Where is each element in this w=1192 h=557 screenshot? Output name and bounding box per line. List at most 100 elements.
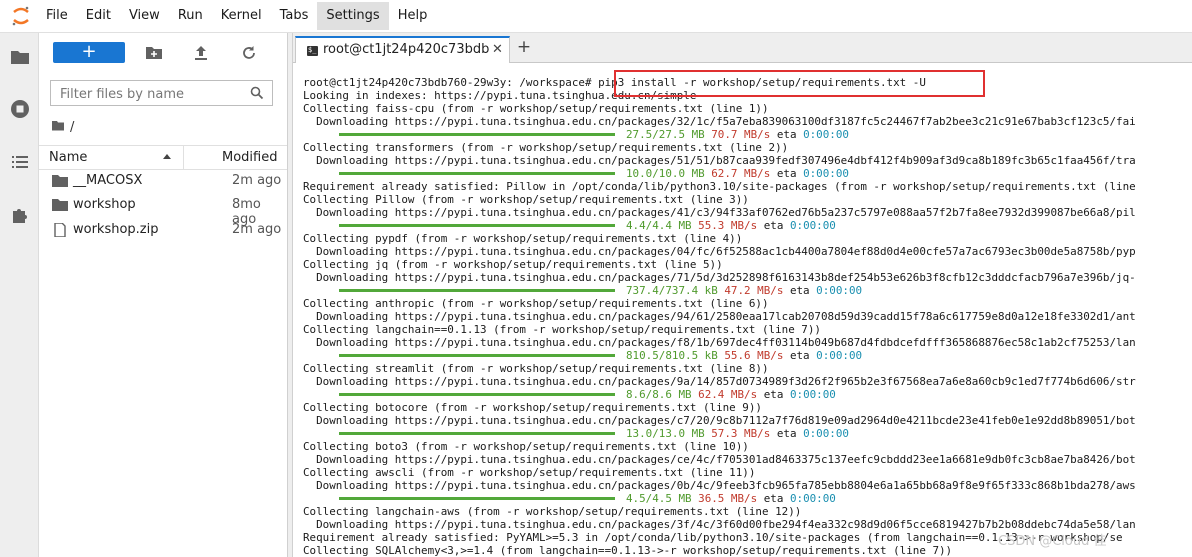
refresh-icon[interactable] — [240, 44, 258, 62]
terminal-line: Downloading https://pypi.tuna.tsinghua.e… — [303, 115, 1136, 128]
breadcrumb-root[interactable]: / — [70, 120, 74, 135]
progress-eta-label: eta — [789, 349, 810, 362]
file-name: __MACOSX — [73, 173, 143, 188]
new-launcher-button[interactable]: + — [53, 42, 125, 63]
file-name: workshop — [73, 197, 136, 212]
folder-icon[interactable] — [52, 120, 64, 135]
menu-view[interactable]: View — [120, 2, 169, 30]
menu-bar: File Edit View Run Kernel Tabs Settings … — [0, 0, 1192, 33]
terminal-line: Collecting botocore (from -r workshop/se… — [303, 401, 762, 414]
progress-eta: 0:00:00 — [816, 284, 863, 297]
terminal-line: Downloading https://pypi.tuna.tsinghua.e… — [303, 206, 1136, 219]
progress-bar — [339, 393, 615, 396]
running-kernels-icon[interactable] — [10, 99, 30, 119]
progress-eta-label: eta — [763, 219, 784, 232]
progress-eta-label: eta — [776, 427, 797, 440]
menu-kernel[interactable]: Kernel — [212, 2, 271, 30]
progress-speed: 47.2 MB/s — [724, 284, 784, 297]
folder-icon — [52, 198, 68, 212]
terminal-line: Collecting langchain==0.1.13 (from -r wo… — [303, 323, 821, 336]
progress-eta: 0:00:00 — [789, 219, 836, 232]
terminal-line: Collecting awscli (from -r workshop/setu… — [303, 466, 756, 479]
terminal-line: Collecting langchain-aws (from -r worksh… — [303, 505, 802, 518]
filter-input[interactable] — [58, 82, 252, 106]
file-row[interactable]: workshop 8mo ago — [39, 194, 287, 227]
file-modified: 2m ago — [232, 222, 282, 237]
column-name[interactable]: Name — [49, 150, 87, 165]
progress-info: 13.0/13.0 MB 57.3 MB/s eta 0:00:00 — [626, 427, 849, 440]
progress-size: 4.5/4.5 MB — [626, 492, 692, 505]
progress-size: 810.5/810.5 kB — [626, 349, 718, 362]
terminal-line: Collecting streamlit (from -r workshop/s… — [303, 362, 769, 375]
sort-ascending-icon — [163, 154, 171, 159]
extension-puzzle-icon[interactable] — [10, 205, 30, 225]
terminal-line: Collecting pypdf (from -r workshop/setup… — [303, 232, 743, 245]
menu-file[interactable]: File — [37, 2, 77, 30]
file-modified: 2m ago — [232, 173, 282, 188]
command-highlight-box — [614, 70, 985, 97]
menu-settings[interactable]: Settings — [317, 2, 389, 30]
table-of-contents-icon[interactable] — [10, 152, 30, 172]
new-folder-icon[interactable] — [145, 44, 163, 62]
progress-eta-label: eta — [776, 167, 797, 180]
progress-bar — [339, 224, 615, 227]
watermark: CSDN @Cloud 佳 — [998, 534, 1107, 549]
progress-bar — [339, 133, 615, 136]
file-row[interactable]: workshop.zip 2m ago — [39, 219, 287, 243]
terminal-line: Downloading https://pypi.tuna.tsinghua.e… — [303, 336, 1136, 349]
terminal-icon: $_ — [307, 46, 318, 56]
breadcrumb: / — [52, 118, 74, 136]
terminal-output[interactable]: root@ct1jt24p420c73bdb760-29w3y: /worksp… — [293, 64, 1192, 557]
jupyter-logo-icon — [11, 5, 31, 27]
progress-info: 4.5/4.5 MB 36.5 MB/s eta 0:00:00 — [626, 492, 836, 505]
terminal-line: Downloading https://pypi.tuna.tsinghua.e… — [303, 245, 1136, 258]
tab-label: root@ct1jt24p420c73bdb760-29w3y: /worksp… — [323, 42, 489, 57]
terminal-line: Downloading https://pypi.tuna.tsinghua.e… — [303, 414, 1136, 427]
terminal-line: Downloading https://pypi.tuna.tsinghua.e… — [303, 310, 1136, 323]
progress-bar — [339, 354, 615, 357]
menu-help[interactable]: Help — [389, 2, 437, 30]
progress-info: 810.5/810.5 kB 55.6 MB/s eta 0:00:00 — [626, 349, 862, 362]
terminal-line: Collecting faiss-cpu (from -r workshop/s… — [303, 102, 769, 115]
tab-terminal[interactable]: $_ root@ct1jt24p420c73bdb760-29w3y: /wor… — [295, 36, 510, 63]
menu-tabs[interactable]: Tabs — [271, 2, 318, 30]
terminal-line: Downloading https://pypi.tuna.tsinghua.e… — [303, 375, 1136, 388]
terminal-line: Downloading https://pypi.tuna.tsinghua.e… — [303, 479, 1136, 492]
progress-size: 737.4/737.4 kB — [626, 284, 718, 297]
progress-eta: 0:00:00 — [803, 128, 849, 141]
progress-eta: 0:00:00 — [789, 492, 836, 505]
close-icon[interactable]: ✕ — [492, 42, 503, 57]
progress-eta: 0:00:00 — [816, 349, 863, 362]
terminal-line: Downloading https://pypi.tuna.tsinghua.e… — [303, 453, 1136, 466]
file-name: workshop.zip — [73, 222, 159, 237]
upload-icon[interactable] — [192, 44, 210, 62]
progress-speed: 62.7 MB/s — [711, 167, 771, 180]
progress-bar — [339, 289, 615, 292]
progress-eta-label: eta — [763, 388, 784, 401]
column-divider[interactable] — [183, 146, 184, 169]
progress-bar — [339, 172, 615, 175]
folder-icon[interactable] — [10, 47, 30, 67]
progress-info: 10.0/10.0 MB 62.7 MB/s eta 0:00:00 — [626, 167, 849, 180]
progress-size: 4.4/4.4 MB — [626, 219, 692, 232]
file-filter-input-box — [50, 80, 273, 106]
menu-edit[interactable]: Edit — [77, 2, 120, 30]
add-tab-button[interactable]: + — [515, 38, 533, 56]
activity-bar — [0, 33, 39, 557]
progress-speed: 55.3 MB/s — [698, 219, 758, 232]
file-icon — [52, 222, 68, 238]
menu-run[interactable]: Run — [169, 2, 212, 30]
column-modified[interactable]: Modified — [222, 150, 277, 165]
progress-eta: 0:00:00 — [789, 388, 836, 401]
progress-eta-label: eta — [763, 492, 784, 505]
progress-size: 27.5/27.5 MB — [626, 128, 705, 141]
progress-bar — [339, 432, 615, 435]
search-icon — [250, 86, 264, 104]
progress-speed: 57.3 MB/s — [711, 427, 771, 440]
file-row[interactable]: __MACOSX 2m ago — [39, 170, 287, 194]
file-browser: + / Name Modified __MACOSX 2m ago worksh… — [39, 33, 287, 557]
folder-icon — [52, 174, 68, 188]
terminal-line: Collecting SQLAlchemy<3,>=1.4 (from lang… — [303, 544, 953, 557]
progress-bar — [339, 497, 615, 500]
terminal-line: Collecting boto3 (from -r workshop/setup… — [303, 440, 749, 453]
